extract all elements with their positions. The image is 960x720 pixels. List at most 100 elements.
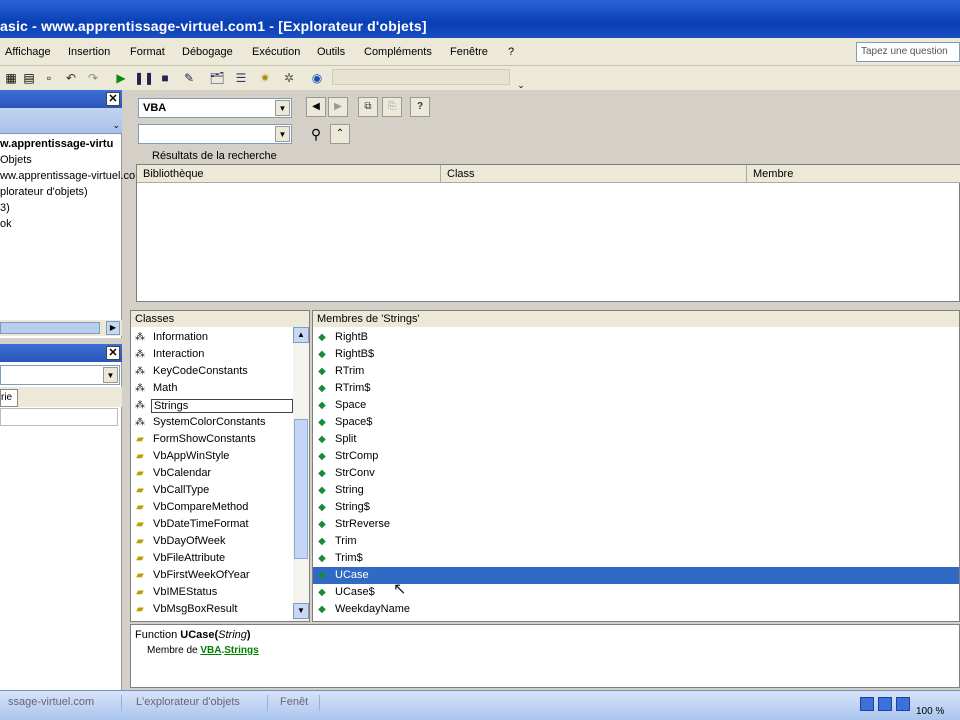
pause-icon[interactable]: ❚❚ xyxy=(134,69,154,87)
class-row[interactable]: ▰ VbDayOfWeek xyxy=(131,533,293,550)
undo-icon[interactable]: ↶ xyxy=(62,69,80,87)
chevron-down-icon[interactable]: ▼ xyxy=(275,100,290,116)
member-row[interactable]: ◆ String$ xyxy=(313,499,959,516)
insert-module-icon[interactable]: ▤ xyxy=(20,69,38,87)
member-row[interactable]: ◆ RTrim$ xyxy=(313,380,959,397)
class-row[interactable]: ▰ VbDateTimeFormat xyxy=(131,516,293,533)
class-row[interactable]: ▰ VbFileAttribute xyxy=(131,550,293,567)
toolbar-options-icon[interactable]: ⌄ xyxy=(512,76,530,94)
project-hscrollbar[interactable]: ▶ xyxy=(0,320,122,336)
close-icon[interactable]: ✕ xyxy=(106,92,120,106)
class-row[interactable]: ⁂ KeyCodeConstants xyxy=(131,363,293,380)
class-row[interactable]: ▰ FormShowConstants xyxy=(131,431,293,448)
member-row[interactable]: ◆ RTrim xyxy=(313,363,959,380)
search-results-list[interactable]: Bibliothèque Class Membre xyxy=(136,164,960,302)
class-row[interactable]: ⁂ Math xyxy=(131,380,293,397)
class-row[interactable]: ⁂ Information xyxy=(131,329,293,346)
class-row[interactable]: ⁂ Interaction xyxy=(131,346,293,363)
tree-item[interactable]: ok xyxy=(0,218,12,230)
help-icon[interactable]: ◉ xyxy=(308,69,326,87)
menu-item-3[interactable]: Débogage xyxy=(182,46,233,58)
member-row[interactable]: ◆ StrConv xyxy=(313,465,959,482)
member-row[interactable]: ◆ UCase$ xyxy=(313,584,959,601)
design-mode-icon[interactable]: ✎ xyxy=(180,69,198,87)
scroll-down-icon[interactable]: ▼ xyxy=(293,603,309,619)
chevron-down-icon[interactable]: ▼ xyxy=(103,367,118,383)
tree-item[interactable]: 3) xyxy=(0,202,10,214)
task-item[interactable]: ssage-virtuel.com xyxy=(0,695,122,711)
tree-item[interactable]: plorateur d'objets) xyxy=(0,186,88,198)
scroll-up-icon[interactable]: ▲ xyxy=(293,327,309,343)
run-icon[interactable]: ▶ xyxy=(112,69,130,87)
menu-item-0[interactable]: Affichage xyxy=(5,46,51,58)
toolbox-icon[interactable]: ✲ xyxy=(280,69,298,87)
member-row[interactable]: ◆ Trim xyxy=(313,533,959,550)
search-input[interactable]: ▼ xyxy=(138,124,292,144)
class-row[interactable]: ▰ VbIMEStatus xyxy=(131,584,293,601)
class-row[interactable]: ⁂ Strings xyxy=(131,397,293,414)
redo-icon[interactable]: ↷ xyxy=(84,69,102,87)
search-icon[interactable]: ⚲ xyxy=(306,124,326,144)
scroll-right-icon[interactable]: ▶ xyxy=(106,321,120,335)
tree-item[interactable]: Objets xyxy=(0,154,32,166)
properties-object-combo[interactable]: ▼ xyxy=(0,365,120,385)
close-icon[interactable]: ✕ xyxy=(106,346,120,360)
classes-scrollbar[interactable]: ▲ ▼ xyxy=(293,327,309,621)
scroll-thumb[interactable] xyxy=(0,322,100,334)
back-button[interactable]: ◀ xyxy=(306,97,326,117)
menu-item-4[interactable]: Exécution xyxy=(252,46,300,58)
properties-icon[interactable]: ☰ xyxy=(232,69,250,87)
member-row[interactable]: ◆ String xyxy=(313,482,959,499)
copy-icon[interactable]: ⧉ xyxy=(358,97,378,117)
member-row[interactable]: ◆ RightB$ xyxy=(313,346,959,363)
library-link[interactable]: VBA xyxy=(200,645,221,656)
view-definition-icon[interactable]: ⎘ xyxy=(382,97,402,117)
member-row[interactable]: ◆ RightB xyxy=(313,329,959,346)
menu-item-6[interactable]: Compléments xyxy=(364,46,432,58)
menu-item-8[interactable]: ? xyxy=(508,46,514,58)
layout-icon[interactable] xyxy=(878,697,892,711)
member-row[interactable]: ◆ UCase xyxy=(313,567,959,584)
forward-button[interactable]: ▶ xyxy=(328,97,348,117)
column-library[interactable]: Bibliothèque xyxy=(137,165,441,183)
column-member[interactable]: Membre xyxy=(747,165,960,183)
member-row[interactable]: ◆ StrComp xyxy=(313,448,959,465)
chevron-down-icon[interactable]: ⌄ xyxy=(112,120,120,131)
class-row[interactable]: ▰ VbCallType xyxy=(131,482,293,499)
layout-icon[interactable] xyxy=(860,697,874,711)
menu-item-2[interactable]: Format xyxy=(130,46,165,58)
layout-icon[interactable] xyxy=(896,697,910,711)
class-row[interactable]: ▰ VbFirstWeekOfYear xyxy=(131,567,293,584)
class-row[interactable]: ▰ VbCalendar xyxy=(131,465,293,482)
chevron-down-icon[interactable]: ▼ xyxy=(275,126,290,142)
member-row[interactable]: ◆ Trim$ xyxy=(313,550,959,567)
member-row[interactable]: ◆ Split xyxy=(313,431,959,448)
view-excel-icon[interactable]: ▦ xyxy=(2,69,20,87)
tree-item[interactable]: ww.apprentissage-virtuel.co xyxy=(0,170,135,182)
menu-item-1[interactable]: Insertion xyxy=(68,46,110,58)
help-search-input[interactable]: Tapez une question xyxy=(856,42,960,62)
task-item[interactable]: Fenêt xyxy=(272,695,320,711)
object-browser-icon[interactable]: ✷ xyxy=(256,69,274,87)
member-row[interactable]: ◆ WeekdayName xyxy=(313,601,959,618)
class-row[interactable]: ▰ VbAppWinStyle xyxy=(131,448,293,465)
show-search-results-icon[interactable]: ⌃ xyxy=(330,124,350,144)
tab-categorie[interactable]: rie xyxy=(0,389,18,407)
members-list[interactable]: Membres de 'Strings' ◆ RightB ◆ RightB$ ◆ RTr… xyxy=(312,310,960,622)
class-row[interactable]: ▰ VbMsgBoxResult xyxy=(131,601,293,618)
help-icon[interactable]: ? xyxy=(410,97,430,117)
class-row[interactable]: ▰ VbCompareMethod xyxy=(131,499,293,516)
member-row[interactable]: ◆ Space xyxy=(313,397,959,414)
column-class[interactable]: Class xyxy=(441,165,747,183)
stop-icon[interactable]: ■ xyxy=(156,69,174,87)
task-item[interactable]: L'explorateur d'objets xyxy=(128,695,268,711)
save-icon[interactable]: ▫ xyxy=(40,69,58,87)
classes-list[interactable]: Classes ⁂ Information ⁂ Interaction ⁂ KeyCode… xyxy=(130,310,310,622)
library-combo[interactable]: VBA ▼ xyxy=(138,98,292,118)
menu-item-7[interactable]: Fenêtre xyxy=(450,46,488,58)
class-row[interactable]: ⁂ SystemColorConstants xyxy=(131,414,293,431)
class-link[interactable]: Strings xyxy=(224,645,258,656)
project-explorer-icon[interactable]: 🗂 xyxy=(208,69,226,87)
menu-item-5[interactable]: Outils xyxy=(317,46,345,58)
member-row[interactable]: ◆ Space$ xyxy=(313,414,959,431)
